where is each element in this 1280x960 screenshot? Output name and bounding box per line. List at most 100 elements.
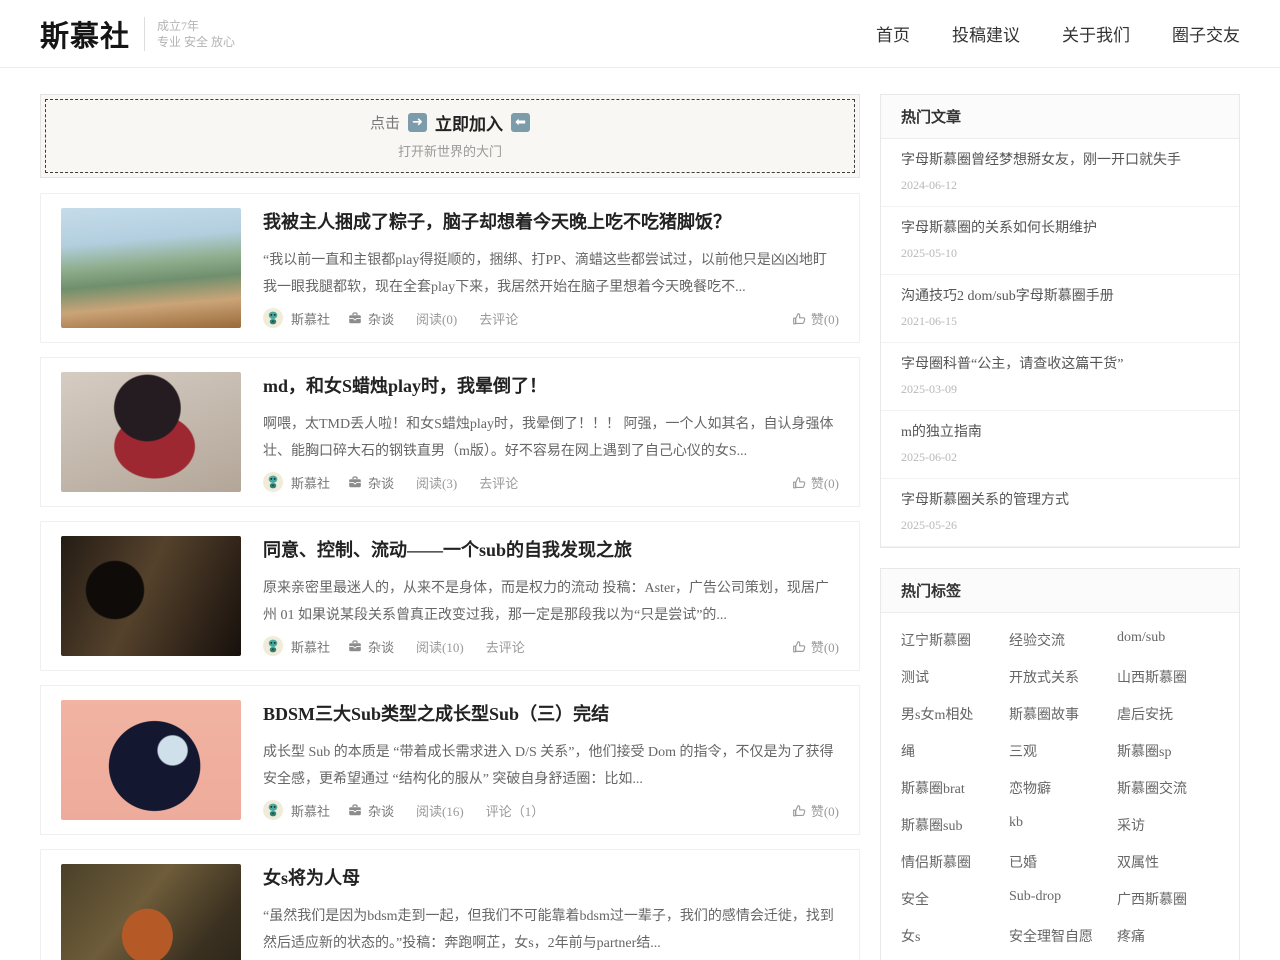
hot-article-item[interactable]: 字母斯慕圈的关系如何长期维护 2025-05-10 xyxy=(881,207,1239,275)
article-excerpt: “虽然我们是因为bdsm走到一起，但我们不可能靠着bdsm过一辈子，我们的感情会… xyxy=(263,903,839,957)
hot-articles-list: 字母斯慕圈曾经梦想掰女友，刚一开口就失手 2024-06-12 字母斯慕圈的关系… xyxy=(881,139,1239,547)
article-thumbnail[interactable] xyxy=(61,536,241,656)
article-thumbnail[interactable] xyxy=(61,372,241,492)
like-count: 赞(0) xyxy=(811,473,839,492)
nav-item[interactable]: 圈子交友 xyxy=(1172,21,1240,46)
hot-article-date: 2025-05-26 xyxy=(901,518,1219,533)
article-title[interactable]: 女s将为人母 xyxy=(263,866,839,890)
article-thumbnail[interactable] xyxy=(61,700,241,820)
tag-link[interactable]: Sub-drop xyxy=(1009,889,1117,909)
hot-article-title[interactable]: 字母斯慕圈关系的管理方式 xyxy=(901,491,1219,511)
tag-link[interactable]: 辽宁斯慕圈 xyxy=(901,630,1009,650)
tag-link[interactable]: 测试 xyxy=(901,667,1009,687)
hot-article-title[interactable]: 字母圈科普“公主，请查收这篇干货” xyxy=(901,355,1219,375)
hot-article-date: 2025-03-09 xyxy=(901,382,1219,397)
author-name[interactable]: 斯慕社 xyxy=(291,637,330,656)
hot-tags-title: 热门标签 xyxy=(881,569,1239,613)
hot-article-title[interactable]: 沟通技巧2 dom/sub字母斯慕圈手册 xyxy=(901,287,1219,307)
article-title[interactable]: 同意、控制、流动——一个sub的自我发现之旅 xyxy=(263,538,839,562)
hot-article-title[interactable]: 字母斯慕圈曾经梦想掰女友，刚一开口就失手 xyxy=(901,151,1219,171)
tag-link[interactable]: 恋物癖 xyxy=(1009,778,1117,798)
like-button[interactable]: 赞(0) xyxy=(792,473,839,492)
tag-link[interactable]: 安全理智自愿 xyxy=(1009,926,1117,946)
tag-link[interactable]: 疼痛 xyxy=(1117,926,1225,946)
article-excerpt: “我以前一直和主银都play得挺顺的，捆绑、打PP、滴蜡这些都尝试过，以前他只是… xyxy=(263,247,839,301)
tag-link[interactable]: 开放式关系 xyxy=(1009,667,1117,687)
author-name[interactable]: 斯慕社 xyxy=(291,801,330,820)
hot-article-item[interactable]: 字母斯慕圈曾经梦想掰女友，刚一开口就失手 2024-06-12 xyxy=(881,139,1239,207)
like-button[interactable]: 赞(0) xyxy=(792,801,839,820)
join-banner[interactable]: 点击 ➜ 立即加入 ⬅ 打开新世界的大门 xyxy=(40,94,860,178)
tag-link[interactable]: 男s女m相处 xyxy=(901,704,1009,724)
tag-link[interactable]: 三观 xyxy=(1009,741,1117,761)
tag-link[interactable]: 山西斯慕圈 xyxy=(1117,667,1225,687)
brand-divider xyxy=(144,17,145,51)
article-thumbnail[interactable] xyxy=(61,864,241,960)
hot-article-title[interactable]: m的独立指南 xyxy=(901,423,1219,443)
hot-article-item[interactable]: 沟通技巧2 dom/sub字母斯慕圈手册 2021-06-15 xyxy=(881,275,1239,343)
site-logo[interactable]: 斯慕社 xyxy=(40,13,130,55)
author-avatar xyxy=(263,636,283,656)
like-button[interactable]: 赞(0) xyxy=(792,637,839,656)
category-icon xyxy=(348,311,362,325)
tag-link[interactable]: 斯慕圈sub xyxy=(901,815,1009,835)
hot-articles-title: 热门文章 xyxy=(881,95,1239,139)
thumbs-up-icon xyxy=(792,639,807,654)
category-icon xyxy=(348,803,362,817)
comments-link[interactable]: 去评论 xyxy=(486,637,525,656)
hot-article-item[interactable]: m的独立指南 2025-06-02 xyxy=(881,411,1239,479)
tag-link[interactable]: 采访 xyxy=(1117,815,1225,835)
tagline-line1: 成立7年 xyxy=(157,18,235,34)
author-avatar xyxy=(263,800,283,820)
tag-link[interactable]: 广西斯慕圈 xyxy=(1117,889,1225,909)
author-name[interactable]: 斯慕社 xyxy=(291,309,330,328)
article-thumbnail[interactable] xyxy=(61,208,241,328)
category-link[interactable]: 杂谈 xyxy=(368,309,394,328)
hot-article-title[interactable]: 字母斯慕圈的关系如何长期维护 xyxy=(901,219,1219,239)
category-link[interactable]: 杂谈 xyxy=(368,637,394,656)
article-card: BDSM三大Sub类型之成长型Sub（三）完结 成长型 Sub 的本质是 “带着… xyxy=(40,685,860,835)
article-excerpt: 原来亲密里最迷人的，从来不是身体，而是权力的流动 投稿：Aster，广告公司策划… xyxy=(263,575,839,629)
hot-article-item[interactable]: 字母圈科普“公主，请查收这篇干货” 2025-03-09 xyxy=(881,343,1239,411)
tag-link[interactable]: 虐后安抚 xyxy=(1117,704,1225,724)
hot-tags-widget: 热门标签 辽宁斯慕圈 经验交流 dom/sub 测试 开放式关系 山西斯慕圈 男… xyxy=(880,568,1240,960)
tag-link[interactable]: 斯慕圈brat xyxy=(901,778,1009,798)
hot-article-item[interactable]: 字母斯慕圈关系的管理方式 2025-05-26 xyxy=(881,479,1239,547)
tag-link[interactable]: 女s xyxy=(901,926,1009,946)
arrow-left-icon: ⬅ xyxy=(511,113,530,132)
tag-link[interactable]: 已婚 xyxy=(1009,852,1117,872)
article-title[interactable]: md，和女S蜡烛play时，我晕倒了！ xyxy=(263,374,839,398)
category-link[interactable]: 杂谈 xyxy=(368,473,394,492)
category-link[interactable]: 杂谈 xyxy=(368,801,394,820)
join-now-link[interactable]: 立即加入 xyxy=(435,110,503,135)
tag-link[interactable]: kb xyxy=(1009,815,1117,835)
like-button[interactable]: 赞(0) xyxy=(792,309,839,328)
author-avatar xyxy=(263,308,283,328)
article-card: 同意、控制、流动——一个sub的自我发现之旅 原来亲密里最迷人的，从来不是身体，… xyxy=(40,521,860,671)
nav-item[interactable]: 关于我们 xyxy=(1062,21,1130,46)
tag-link[interactable]: 斯慕圈交流 xyxy=(1117,778,1225,798)
tag-link[interactable]: 绳 xyxy=(901,741,1009,761)
tag-link[interactable]: 经验交流 xyxy=(1009,630,1117,650)
article-meta: 斯慕社 杂谈 阅读(16) 评论（1） xyxy=(263,800,839,820)
tag-link[interactable]: 双属性 xyxy=(1117,852,1225,872)
author-name[interactable]: 斯慕社 xyxy=(291,473,330,492)
comments-link[interactable]: 评论（1） xyxy=(486,801,545,820)
site-tagline: 成立7年 专业 安全 放心 xyxy=(157,18,235,50)
comments-link[interactable]: 去评论 xyxy=(479,309,518,328)
article-title[interactable]: 我被主人捆成了粽子，脑子却想着今天晚上吃不吃猪脚饭？ xyxy=(263,210,839,234)
nav-item[interactable]: 首页 xyxy=(876,21,910,46)
tag-link[interactable]: 安全 xyxy=(901,889,1009,909)
article-meta: 斯慕社 杂谈 阅读(3) 去评论 xyxy=(263,472,839,492)
tag-link[interactable]: 情侣斯慕圈 xyxy=(901,852,1009,872)
comments-link[interactable]: 去评论 xyxy=(479,473,518,492)
page-content: 点击 ➜ 立即加入 ⬅ 打开新世界的大门 我被主人捆成了粽子，脑子却想着今天晚上… xyxy=(0,68,1280,960)
tag-link[interactable]: 斯慕圈sp xyxy=(1117,741,1225,761)
nav-item[interactable]: 投稿建议 xyxy=(952,21,1020,46)
main-nav: 首页 投稿建议 关于我们 圈子交友 xyxy=(876,21,1240,46)
tag-link[interactable]: dom/sub xyxy=(1117,630,1225,650)
tagline-line2: 专业 安全 放心 xyxy=(157,34,235,50)
thumbs-up-icon xyxy=(792,311,807,326)
article-title[interactable]: BDSM三大Sub类型之成长型Sub（三）完结 xyxy=(263,702,839,726)
tag-link[interactable]: 斯慕圈故事 xyxy=(1009,704,1117,724)
